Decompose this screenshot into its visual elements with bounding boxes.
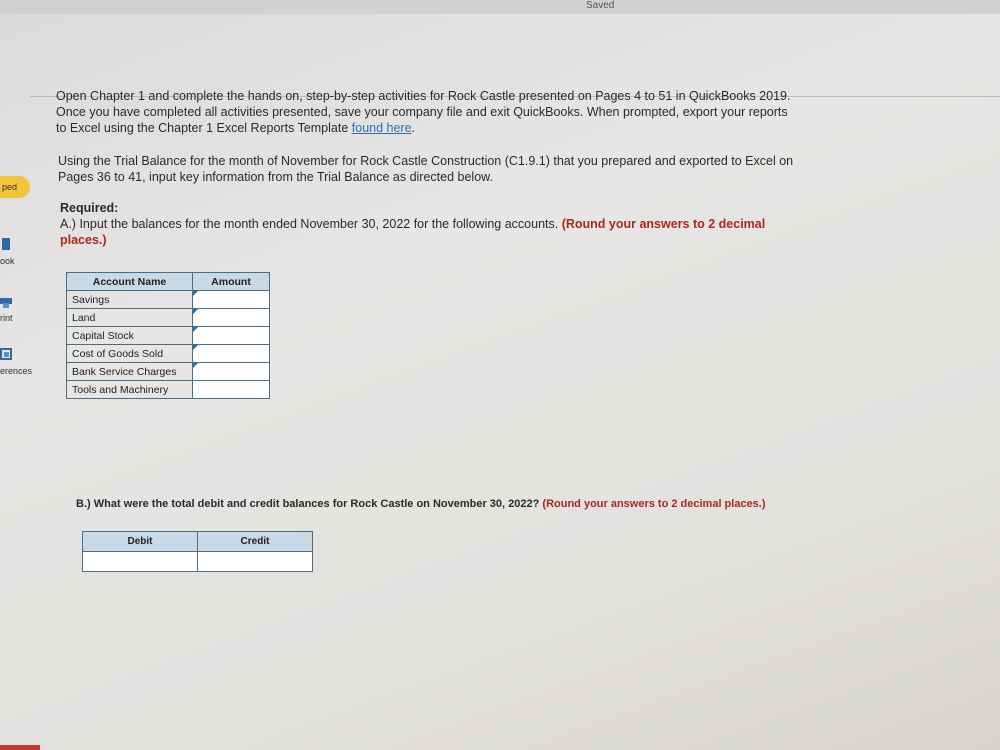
amount-input-bank-service-charges[interactable] (198, 362, 268, 381)
credit-input[interactable] (199, 552, 315, 571)
amount-cell[interactable] (192, 326, 270, 345)
totals-table: Debit Credit (82, 531, 315, 572)
table-row (82, 551, 315, 572)
amount-cell[interactable] (192, 362, 270, 381)
column-header-amount: Amount (192, 272, 270, 291)
instruction-line: Using the Trial Balance for the month of… (58, 154, 794, 168)
sidebar-item-ebook[interactable]: ook (0, 256, 15, 266)
table-row: Savings (66, 290, 270, 309)
column-header-account: Account Name (66, 272, 193, 291)
account-name: Land (66, 308, 193, 327)
table-row: Land (66, 308, 270, 327)
cell-marker-icon (193, 345, 198, 350)
instruction-line: Open Chapter 1 and complete the hands on… (56, 89, 791, 103)
table-header-row: Debit Credit (82, 531, 313, 552)
cell-marker-icon (193, 363, 198, 368)
amount-input-capital-stock[interactable] (198, 326, 268, 345)
debit-cell[interactable] (82, 551, 200, 572)
print-icon[interactable] (0, 296, 12, 308)
cell-marker-icon (193, 309, 198, 314)
top-bar (0, 0, 1000, 14)
amount-input-cogs[interactable] (198, 344, 268, 363)
instruction-text: to Excel using the Chapter 1 Excel Repor… (56, 121, 352, 135)
table-row: Capital Stock (66, 326, 270, 345)
part-a-line: A.) Input the balances for the month end… (60, 216, 940, 232)
debit-input[interactable] (84, 552, 200, 571)
part-b-text: B.) What were the total debit and credit… (76, 498, 543, 510)
table-row: Cost of Goods Sold (66, 344, 270, 363)
instructions-block: Open Chapter 1 and complete the hands on… (56, 88, 936, 136)
instruction-line: Pages 36 to 41, input key information fr… (58, 170, 493, 184)
required-block: Required: A.) Input the balances for the… (60, 200, 940, 248)
amount-cell[interactable] (192, 290, 270, 309)
sidebar-item-print[interactable]: rint (0, 313, 13, 323)
column-header-credit: Credit (197, 531, 313, 552)
round-instruction: (Round your answers to 2 decimal (561, 217, 766, 231)
table-header-row: Account Name Amount (66, 272, 270, 291)
cell-marker-icon (193, 327, 198, 332)
sidebar: ped ook rint erences (0, 0, 45, 750)
part-b-question: B.) What were the total debit and credit… (76, 498, 766, 510)
amount-input-savings[interactable] (198, 290, 268, 309)
instruction-text: . (411, 121, 416, 135)
column-header-debit: Debit (82, 531, 198, 552)
round-instruction: (Round your answers to 2 decimal places.… (542, 498, 766, 510)
amount-cell[interactable] (192, 380, 270, 399)
amount-cell[interactable] (192, 344, 270, 363)
cell-marker-icon (193, 291, 198, 296)
accounts-table: Account Name Amount Savings Land Capital… (66, 272, 270, 399)
account-name: Savings (66, 290, 193, 309)
table-row: Tools and Machinery (66, 380, 270, 399)
round-instruction: places.) (60, 233, 107, 247)
sidebar-tab[interactable]: ped (0, 176, 30, 198)
save-status: Saved (586, 0, 615, 11)
required-heading: Required: (60, 201, 119, 215)
amount-input-tools-machinery[interactable] (198, 380, 268, 399)
part-a-text: A.) Input the balances for the month end… (60, 217, 562, 231)
account-name: Cost of Goods Sold (66, 344, 193, 363)
sidebar-item-references[interactable]: erences (0, 366, 32, 376)
amount-cell[interactable] (192, 308, 270, 327)
references-icon[interactable] (0, 348, 12, 360)
credit-cell[interactable] (197, 551, 315, 572)
account-name: Bank Service Charges (66, 362, 193, 381)
template-link[interactable]: found here (352, 121, 412, 135)
instruction-line: to Excel using the Chapter 1 Excel Repor… (56, 120, 936, 136)
instruction-line: Once you have completed all activities p… (56, 105, 788, 119)
trial-balance-instructions: Using the Trial Balance for the month of… (58, 153, 938, 185)
account-name: Capital Stock (66, 326, 193, 345)
amount-input-land[interactable] (198, 308, 268, 327)
table-row: Bank Service Charges (66, 362, 270, 381)
bottom-indicator (0, 745, 40, 750)
ebook-icon[interactable] (0, 238, 12, 250)
account-name: Tools and Machinery (66, 380, 193, 399)
